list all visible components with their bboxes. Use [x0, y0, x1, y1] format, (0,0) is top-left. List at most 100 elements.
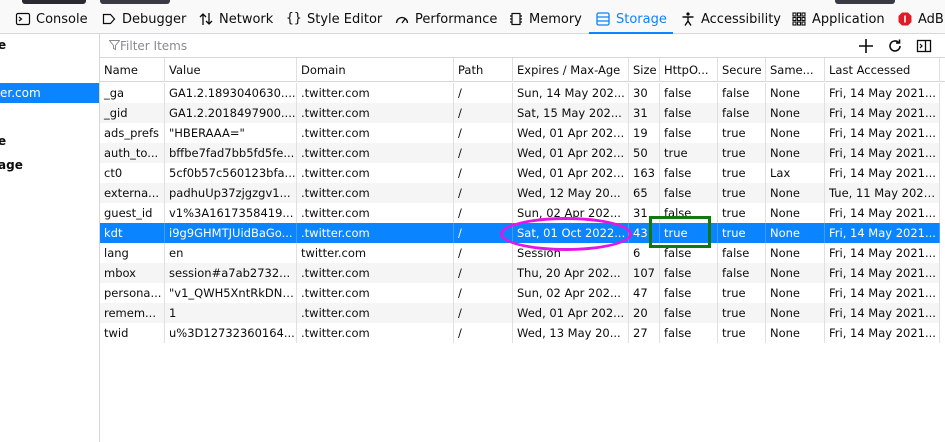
storage-icon — [595, 11, 611, 27]
cell-last-accessed: Fri, 14 May 2021... — [825, 83, 940, 103]
toggle-sidebar-icon[interactable] — [915, 37, 933, 55]
tab-label: Console — [36, 11, 88, 27]
cell-expires: Sun, 02 Apr 202... — [513, 283, 629, 303]
cell-path: / — [454, 103, 513, 123]
table-row[interactable]: remem... 1 .twitter.com / Wed, 01 Apr 202...… — [100, 303, 940, 323]
debugger-icon — [101, 11, 117, 27]
table-row[interactable]: externa... padhuUp37zjgzgv1... .twitter.co… — [100, 183, 940, 203]
cell-value: bffbe7fad7bb5fd5fe... — [165, 143, 297, 163]
tab-application[interactable]: Application — [791, 6, 885, 32]
tab-performance[interactable]: Performance — [394, 6, 497, 32]
cell-samesite: None — [766, 323, 825, 343]
cell-secure: true — [718, 283, 766, 303]
cell-name: _gid — [100, 103, 165, 123]
table-row[interactable]: auth_to... bffbe7fad7bb5fd5fe... .twitter.… — [100, 143, 940, 163]
cell-domain: .twitter.com — [297, 263, 454, 283]
table-row[interactable]: guest_id v1%3A1617358419... .twitter.com / S… — [100, 203, 940, 223]
cell-samesite: None — [766, 223, 825, 243]
cell-domain: .twitter.com — [297, 283, 454, 303]
cell-expires: Wed, 12 May 20... — [513, 183, 629, 203]
cell-secure: false — [718, 243, 766, 263]
cell-name: _ga — [100, 83, 165, 103]
tab-console[interactable]: Console — [15, 6, 88, 32]
tab-label: AdBl — [918, 11, 945, 27]
table-row[interactable]: ads_prefs "HBERAAA=" .twitter.com / Wed, 01 … — [100, 123, 940, 143]
cell-path: / — [454, 283, 513, 303]
column-header-size[interactable]: Size — [629, 58, 660, 82]
sidebar-item-twitter-cookies[interactable]: er.com — [0, 83, 99, 103]
column-header-secure[interactable]: Secure — [718, 58, 766, 82]
column-header-last-accessed[interactable]: Last Accessed — [825, 58, 940, 82]
cell-samesite: None — [766, 263, 825, 283]
cell-secure: true — [718, 123, 766, 143]
table-row[interactable]: kdt i9g9GHMTJUidBaGo... .twitter.com / Sat, … — [100, 223, 940, 243]
filter-input[interactable] — [120, 36, 820, 56]
cell-domain: .twitter.com — [297, 183, 454, 203]
cell-domain: .twitter.com — [297, 123, 454, 143]
cell-value: session#a7ab2732... — [165, 263, 297, 283]
table-row[interactable]: lang en twitter.com / Session 6 false false None… — [100, 243, 940, 263]
cell-size: 65 — [629, 183, 660, 203]
cell-size: 47 — [629, 283, 660, 303]
cell-name: lang — [100, 243, 165, 263]
devtools-toolbar: Console Debugger Network {} Style Editor… — [0, 0, 945, 34]
cell-value: v1%3A1617358419... — [165, 203, 297, 223]
cell-httponly: false — [660, 303, 718, 323]
cell-value: en — [165, 243, 297, 263]
tab-network[interactable]: Network — [198, 6, 273, 32]
cell-secure: true — [718, 143, 766, 163]
cell-samesite: None — [766, 243, 825, 263]
cell-value: GA1.2.1893040630.... — [165, 83, 297, 103]
cell-size: 19 — [629, 123, 660, 143]
add-item-icon[interactable] — [857, 37, 875, 55]
column-header-domain[interactable]: Domain — [297, 58, 454, 82]
tab-memory[interactable]: Memory — [508, 6, 582, 32]
table-row[interactable]: _ga GA1.2.1893040630.... .twitter.com / Sun,… — [100, 83, 940, 103]
cell-expires: Wed, 01 Apr 202... — [513, 143, 629, 163]
tab-storage[interactable]: Storage — [589, 6, 673, 34]
cell-value: i9g9GHMTJUidBaGo... — [165, 223, 297, 243]
cell-expires: Wed, 01 Apr 202... — [513, 123, 629, 143]
cell-expires: Sat, 15 May 202... — [513, 103, 629, 123]
tab-accessibility[interactable]: Accessibility — [680, 6, 781, 32]
column-header-path[interactable]: Path — [454, 58, 513, 82]
column-header-expires[interactable]: Expires / Max-Age — [513, 58, 629, 82]
column-header-name[interactable]: Name — [100, 58, 165, 82]
cell-path: / — [454, 123, 513, 143]
cell-name: kdt — [100, 223, 165, 243]
cell-last-accessed: Fri, 14 May 2021... — [825, 223, 940, 243]
cell-size: 107 — [629, 263, 660, 283]
cell-path: / — [454, 143, 513, 163]
table-row[interactable]: mbox session#a7ab2732... .twitter.com / Thu,… — [100, 263, 940, 283]
memory-icon — [508, 11, 524, 27]
cell-expires: Sun, 02 Apr 202... — [513, 203, 629, 223]
table-row[interactable]: persona... "v1_QWH5XntRkDNi... .twitter.co… — [100, 283, 940, 303]
cell-size: 6 — [629, 243, 660, 263]
sidebar-item-local-storage[interactable]: e — [0, 131, 97, 151]
cell-name: twid — [100, 323, 165, 343]
cell-domain: twitter.com — [297, 243, 454, 263]
refresh-icon[interactable] — [886, 37, 904, 55]
tab-debugger[interactable]: Debugger — [101, 6, 186, 32]
cell-samesite: None — [766, 203, 825, 223]
cell-httponly: false — [660, 263, 718, 283]
cell-expires: Sun, 14 May 202... — [513, 83, 629, 103]
sidebar-item-cookies[interactable]: e — [0, 35, 97, 55]
cell-last-accessed: Tue, 11 May 2021... — [825, 183, 940, 203]
table-row[interactable]: _gid GA1.2.2018497900.... .twitter.com / Sat… — [100, 103, 940, 123]
table-row[interactable]: twid u%3D12732360164... .twitter.com / Wed, … — [100, 323, 940, 343]
filter-bar — [100, 34, 945, 58]
column-header-value[interactable]: Value — [165, 58, 297, 82]
tab-style-editor[interactable]: {} Style Editor — [286, 6, 382, 32]
cell-value: 5cf0b57c560123bfa... — [165, 163, 297, 183]
cell-httponly: false — [660, 203, 718, 223]
column-header-httponly[interactable]: HttpO... — [660, 58, 718, 82]
cell-httponly: false — [660, 163, 718, 183]
cell-path: / — [454, 243, 513, 263]
column-header-samesite[interactable]: Same... — [766, 58, 825, 82]
tab-label: Style Editor — [307, 11, 383, 27]
cell-secure: true — [718, 223, 766, 243]
sidebar-item-session-storage[interactable]: age — [0, 155, 97, 175]
tab-adblock[interactable]: AdBl — [897, 6, 945, 32]
table-row[interactable]: ct0 5cf0b57c560123bfa... .twitter.com / Wed,… — [100, 163, 940, 183]
